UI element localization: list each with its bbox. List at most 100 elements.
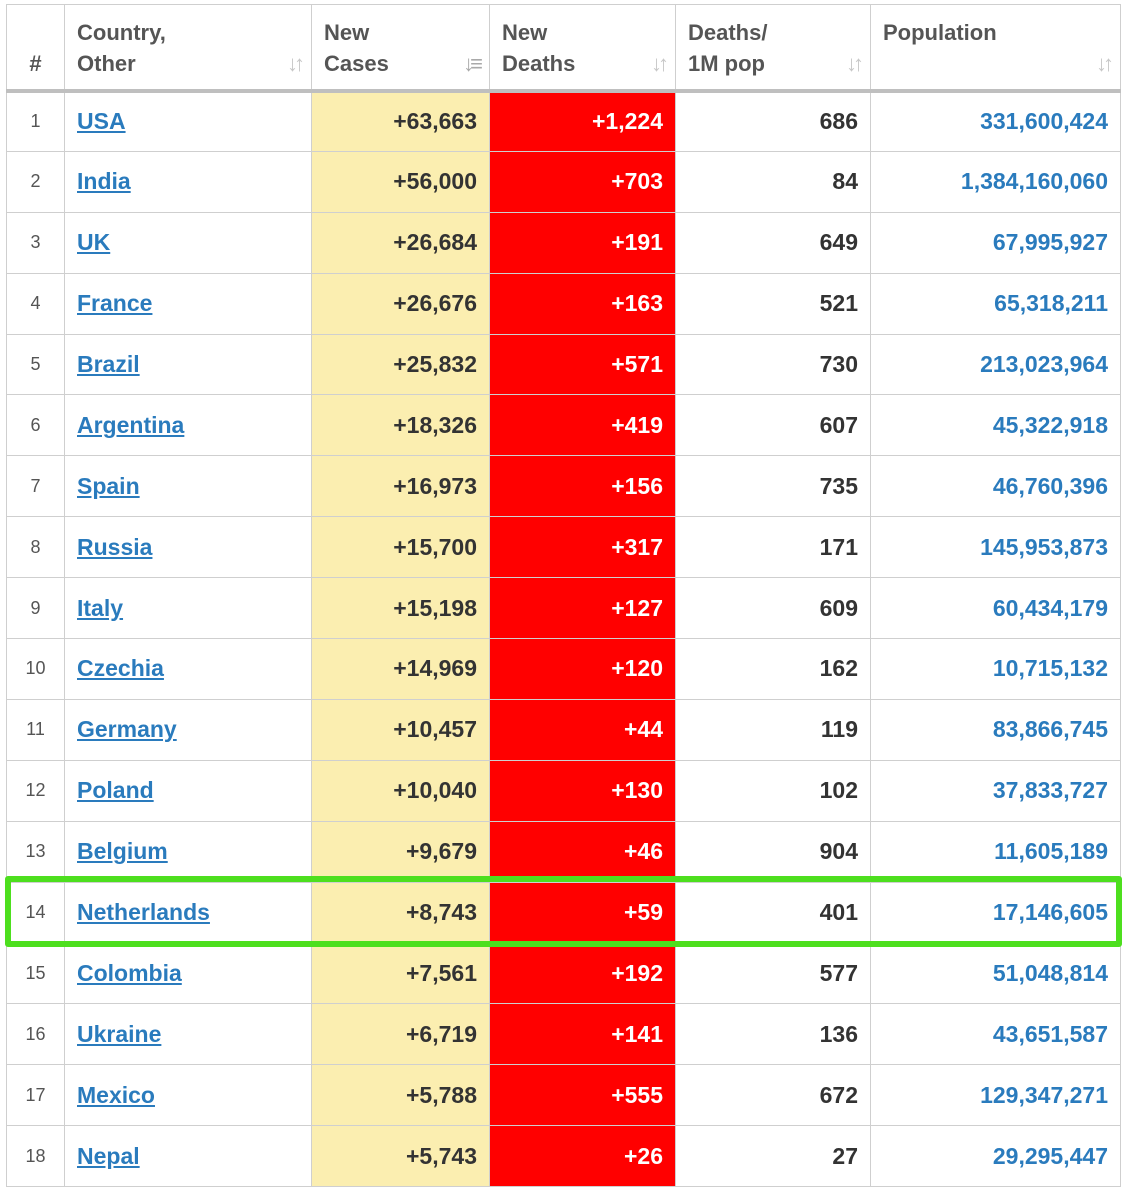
country-cell: Spain [64,455,312,518]
country-link[interactable]: Poland [77,777,154,803]
rank-cell: 8 [6,516,65,579]
new-cases-cell: +63,663 [311,90,490,152]
column-header-deaths-per-1m[interactable]: Deaths/ 1M pop ↓↑ [675,4,871,93]
population-cell: 67,995,927 [870,211,1121,274]
table-row: 15 Colombia +7,561 +192 577 51,048,814 [6,942,1121,1005]
new-cases-cell: +5,743 [311,1125,490,1188]
country-link[interactable]: India [77,168,131,194]
rank-cell: 14 [6,881,65,944]
new-deaths-cell: +571 [489,333,676,396]
country-link[interactable]: Netherlands [77,899,210,925]
column-header-label: # [29,50,42,76]
deaths-per-1m-cell: 607 [675,394,871,457]
country-link[interactable]: Belgium [77,838,168,864]
country-link[interactable]: UK [77,229,110,255]
column-header-population[interactable]: Population ↓↑ [870,4,1121,93]
column-header-new-deaths[interactable]: New Deaths ↓↑ [489,4,676,93]
new-cases-cell: +7,561 [311,942,490,1005]
table-row: 1 USA +63,663 +1,224 686 331,600,424 [6,90,1121,152]
table-row: 18 Nepal +5,743 +26 27 29,295,447 [6,1125,1121,1188]
new-cases-cell: +16,973 [311,455,490,518]
new-deaths-cell: +1,224 [489,90,676,152]
new-cases-cell: +26,684 [311,211,490,274]
country-cell: France [64,272,312,335]
rank-cell: 2 [6,150,65,213]
country-cell: Mexico [64,1064,312,1127]
country-cell: Ukraine [64,1003,312,1066]
sort-both-icon[interactable]: ↓↑ [1096,51,1114,77]
rank-cell: 12 [6,759,65,822]
country-link[interactable]: Spain [77,473,140,499]
country-cell: USA [64,90,312,152]
sort-both-icon[interactable]: ↓↑ [651,51,669,77]
table-row: 12 Poland +10,040 +130 102 37,833,727 [6,759,1121,822]
country-link[interactable]: Mexico [77,1082,155,1108]
column-header-label: Population [883,20,997,45]
column-header-rank[interactable]: # [6,4,65,93]
deaths-per-1m-cell: 649 [675,211,871,274]
deaths-per-1m-cell: 27 [675,1125,871,1188]
new-cases-cell: +8,743 [311,881,490,944]
deaths-per-1m-cell: 521 [675,272,871,335]
country-cell: Poland [64,759,312,822]
deaths-per-1m-cell: 904 [675,820,871,883]
deaths-per-1m-cell: 577 [675,942,871,1005]
country-link[interactable]: France [77,290,152,316]
new-deaths-cell: +317 [489,516,676,579]
rank-cell: 10 [6,638,65,700]
new-cases-cell: +5,788 [311,1064,490,1127]
rank-cell: 6 [6,394,65,457]
new-cases-cell: +10,457 [311,698,490,761]
new-deaths-cell: +555 [489,1064,676,1127]
population-cell: 17,146,605 [870,881,1121,944]
sort-descending-icon[interactable]: ↓≡ [463,51,483,77]
deaths-per-1m-cell: 735 [675,455,871,518]
column-header-country[interactable]: Country, Other ↓↑ [64,4,312,93]
country-link[interactable]: Ukraine [77,1021,161,1047]
population-cell: 10,715,132 [870,638,1121,700]
new-cases-cell: +9,679 [311,820,490,883]
population-cell: 65,318,211 [870,272,1121,335]
population-cell: 37,833,727 [870,759,1121,822]
table-row: 4 France +26,676 +163 521 65,318,211 [6,272,1121,335]
new-deaths-cell: +120 [489,638,676,700]
rank-cell: 7 [6,455,65,518]
table-row: 11 Germany +10,457 +44 119 83,866,745 [6,698,1121,761]
population-cell: 46,760,396 [870,455,1121,518]
new-cases-cell: +56,000 [311,150,490,213]
country-link[interactable]: Argentina [77,412,184,438]
new-deaths-cell: +44 [489,698,676,761]
deaths-per-1m-cell: 84 [675,150,871,213]
table-row: 8 Russia +15,700 +317 171 145,953,873 [6,516,1121,579]
sort-both-icon[interactable]: ↓↑ [846,51,864,77]
population-cell: 45,322,918 [870,394,1121,457]
deaths-per-1m-cell: 401 [675,881,871,944]
country-cell: Netherlands [64,881,312,944]
deaths-per-1m-cell: 136 [675,1003,871,1066]
population-cell: 83,866,745 [870,698,1121,761]
rank-cell: 15 [6,942,65,1005]
country-link[interactable]: Germany [77,716,177,742]
deaths-per-1m-cell: 162 [675,638,871,700]
column-header-label: Country, Other [77,20,166,76]
deaths-per-1m-cell: 730 [675,333,871,396]
new-deaths-cell: +191 [489,211,676,274]
column-header-label: New Cases [324,20,389,76]
country-link[interactable]: Russia [77,534,152,560]
table-row: 7 Spain +16,973 +156 735 46,760,396 [6,455,1121,518]
new-deaths-cell: +141 [489,1003,676,1066]
country-link[interactable]: Czechia [77,655,164,681]
table-row: 16 Ukraine +6,719 +141 136 43,651,587 [6,1003,1121,1066]
column-header-new-cases[interactable]: New Cases ↓≡ [311,4,490,93]
country-link[interactable]: USA [77,108,126,134]
new-cases-cell: +15,700 [311,516,490,579]
country-link[interactable]: Nepal [77,1143,140,1169]
sort-both-icon[interactable]: ↓↑ [287,51,305,77]
rank-cell: 3 [6,211,65,274]
country-cell: Italy [64,577,312,640]
covid-stats-table: # Country, Other ↓↑ New Cases ↓≡ New Dea… [6,4,1121,1188]
country-cell: Colombia [64,942,312,1005]
country-link[interactable]: Brazil [77,351,140,377]
country-link[interactable]: Italy [77,595,123,621]
country-link[interactable]: Colombia [77,960,182,986]
